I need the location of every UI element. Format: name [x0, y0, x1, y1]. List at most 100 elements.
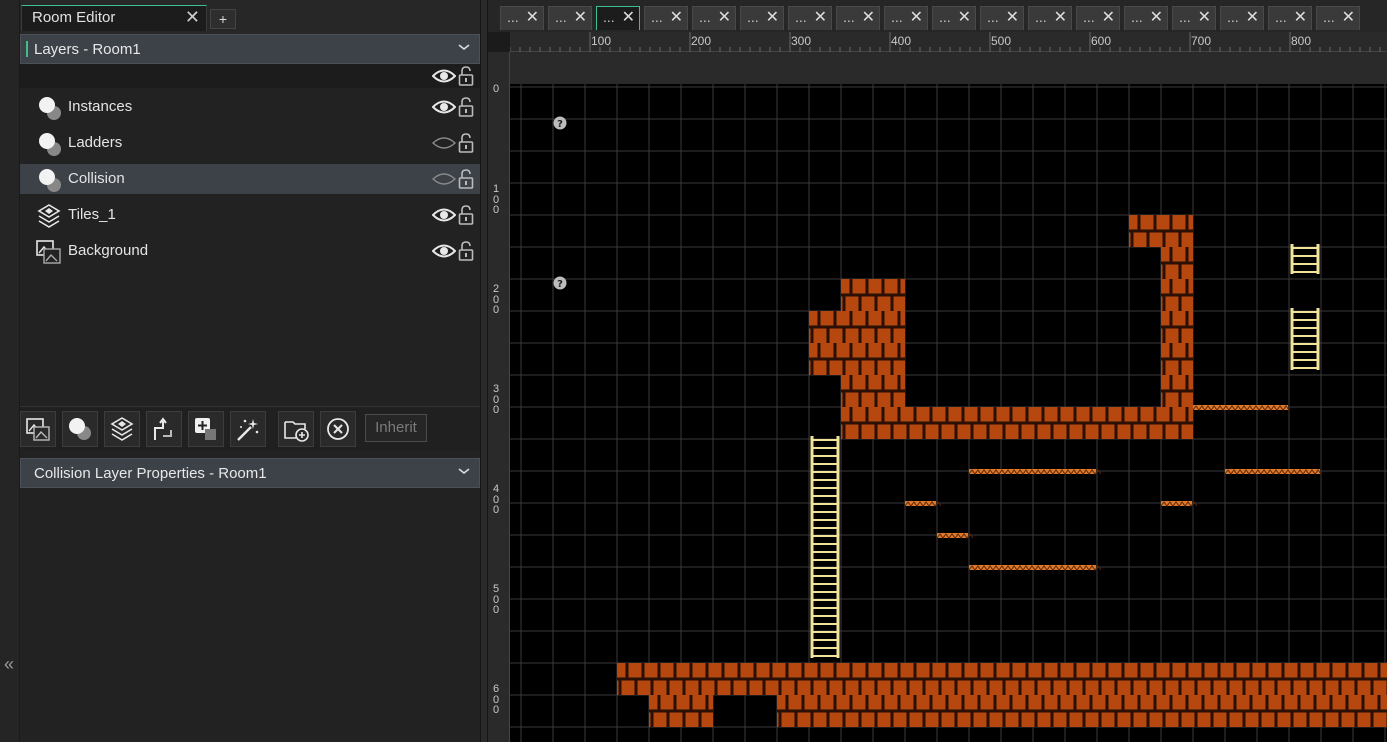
room-tab-label: ... [1131, 9, 1143, 25]
room-tab-label: ... [1179, 9, 1191, 25]
close-icon[interactable]: ✕ [958, 7, 971, 27]
layer-name: Collision [68, 170, 125, 187]
ruler-label: 700 [1191, 34, 1212, 48]
add-asset-layer-button[interactable] [188, 411, 224, 447]
room-tab[interactable]: ... ✕ [644, 6, 688, 30]
layers-section-header[interactable]: Layers - Room1 [20, 34, 480, 64]
close-icon[interactable]: ✕ [1054, 7, 1067, 27]
chevron-down-icon[interactable] [457, 40, 471, 54]
properties-header-title: Collision Layer Properties - Room1 [34, 465, 267, 482]
room-tab-label: ... [603, 9, 615, 25]
tab-room-editor-label: Room Editor [32, 9, 116, 26]
room-tab-label: ... [795, 9, 807, 25]
left-collapse-strip: « [0, 0, 20, 742]
eye-icon[interactable] [432, 98, 456, 116]
close-icon[interactable]: ✕ [670, 7, 683, 27]
add-folder-button[interactable] [278, 411, 314, 447]
room-tab-label: ... [651, 9, 663, 25]
layer-row-ladders[interactable]: Ladders [20, 128, 480, 158]
layer-row-tiles-1[interactable]: Tiles_1 [20, 200, 480, 230]
room-tab[interactable]: ... ✕ [1076, 6, 1120, 30]
eye-hidden-icon[interactable] [432, 170, 456, 188]
room-tab[interactable]: ... ✕ [692, 6, 736, 30]
room-tab[interactable]: ... ✕ [740, 6, 784, 30]
add-effect-layer-button[interactable] [230, 411, 266, 447]
room-tab-label: ... [1323, 9, 1335, 25]
room-tab-label: ... [1083, 9, 1095, 25]
asset-layer-icon [195, 418, 216, 440]
ruler-label: 100 [591, 34, 612, 48]
close-icon[interactable]: ✕ [574, 7, 587, 27]
unlock-icon[interactable] [458, 168, 474, 190]
chevron-down-icon[interactable] [457, 464, 471, 478]
panel-splitter[interactable] [480, 0, 488, 742]
room-tab[interactable]: ... ✕ [980, 6, 1024, 30]
inherit-button[interactable]: Inherit [365, 414, 427, 442]
eye-hidden-icon[interactable] [432, 134, 456, 152]
close-icon[interactable]: ✕ [1150, 7, 1163, 27]
unlock-icon[interactable] [458, 65, 474, 87]
close-icon[interactable]: ✕ [1294, 7, 1307, 27]
unlock-icon[interactable] [458, 204, 474, 226]
room-tab[interactable]: ... ✕ [596, 6, 640, 30]
room-tab[interactable]: ... ✕ [1316, 6, 1360, 30]
room-tab[interactable]: ... ✕ [500, 6, 544, 30]
room-tab-label: ... [987, 9, 999, 25]
close-icon[interactable]: ✕ [622, 7, 635, 27]
add-background-layer-button[interactable] [20, 411, 56, 447]
room-tab[interactable]: ... ✕ [548, 6, 592, 30]
delete-layer-button[interactable] [320, 411, 356, 447]
svg-text:?: ? [557, 119, 563, 130]
close-icon[interactable]: ✕ [910, 7, 923, 27]
eye-icon[interactable] [432, 242, 456, 260]
unlock-icon[interactable] [458, 132, 474, 154]
path-layer-icon [154, 417, 172, 440]
close-icon[interactable]: ✕ [1342, 7, 1355, 27]
close-icon[interactable]: ✕ [766, 7, 779, 27]
room-tab[interactable]: ... ✕ [932, 6, 976, 30]
layer-row-instances[interactable]: Instances [20, 92, 480, 122]
close-icon[interactable]: ✕ [814, 7, 827, 27]
room-canvas[interactable]: ?? [510, 84, 1387, 742]
layer-toolbar: Inherit [20, 406, 480, 450]
ruler-label: 600 [1091, 34, 1112, 48]
collapse-panel-button[interactable]: « [0, 652, 18, 676]
close-icon[interactable]: ✕ [1006, 7, 1019, 27]
room-tab[interactable]: ... ✕ [1124, 6, 1168, 30]
tab-room-editor[interactable]: Room Editor ✕ [21, 5, 207, 31]
close-icon[interactable]: ✕ [1198, 7, 1211, 27]
close-icon[interactable]: ✕ [526, 7, 539, 27]
room-tab[interactable]: ... ✕ [788, 6, 832, 30]
room-tab[interactable]: ... ✕ [884, 6, 928, 30]
layer-row-collision[interactable]: Collision [20, 164, 480, 194]
canvas-margin [510, 52, 1387, 84]
room-tab[interactable]: ... ✕ [1268, 6, 1312, 30]
properties-section-header[interactable]: Collision Layer Properties - Room1 [20, 458, 480, 488]
room-tab-bar: ... ✕... ✕... ✕... ✕... ✕... ✕... ✕... ✕... ✕... ✕… [488, 0, 1387, 32]
unlock-icon[interactable] [458, 240, 474, 262]
add-instance-layer-button[interactable] [62, 411, 98, 447]
close-icon[interactable]: ✕ [185, 7, 200, 28]
room-tab[interactable]: ... ✕ [1220, 6, 1264, 30]
room-tab[interactable]: ... ✕ [836, 6, 880, 30]
unlock-icon[interactable] [458, 96, 474, 118]
tile-layer-icon [37, 204, 61, 228]
ruler-label: 0 [492, 83, 500, 95]
add-tile-layer-button[interactable] [104, 411, 140, 447]
room-tab-label: ... [1227, 9, 1239, 25]
close-icon[interactable]: ✕ [1246, 7, 1259, 27]
ruler-label: 400 [492, 483, 500, 516]
close-icon[interactable]: ✕ [1102, 7, 1115, 27]
add-tab-button[interactable]: + [210, 9, 236, 29]
instance-layer-icon [39, 169, 61, 192]
close-icon[interactable]: ✕ [862, 7, 875, 27]
layer-row-background[interactable]: Background [20, 236, 480, 266]
add-path-layer-button[interactable] [146, 411, 182, 447]
eye-icon[interactable] [432, 206, 456, 224]
room-tab[interactable]: ... ✕ [1028, 6, 1072, 30]
room-tab-label: ... [699, 9, 711, 25]
room-editor-window: « Room Editor ✕ + Layers - Room1 Instanc… [0, 0, 1387, 742]
room-tab[interactable]: ... ✕ [1172, 6, 1216, 30]
close-icon[interactable]: ✕ [718, 7, 731, 27]
eye-icon[interactable] [432, 67, 456, 85]
